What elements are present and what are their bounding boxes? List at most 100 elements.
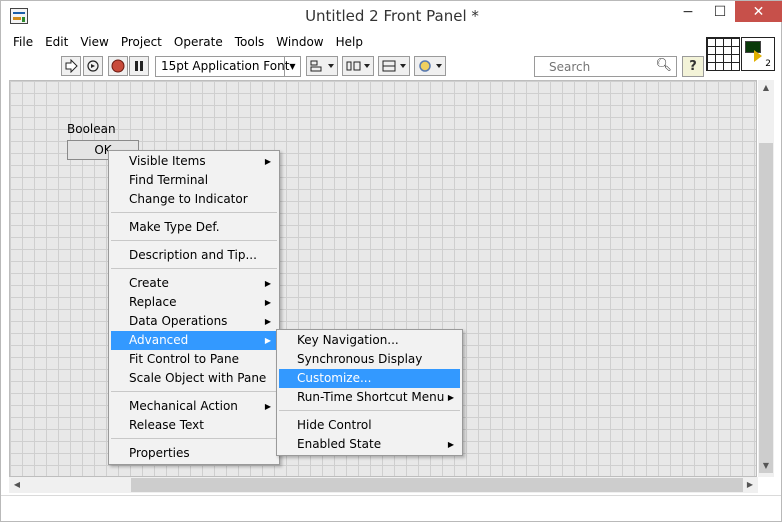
submenu-arrow-icon: ▶	[264, 317, 271, 326]
context-help-button[interactable]: ?	[682, 56, 704, 77]
menu-item-label: Fit Control to Pane	[129, 352, 239, 366]
menu-file[interactable]: File	[7, 33, 39, 52]
run-arrow-icon[interactable]	[61, 56, 81, 76]
connector-pane-icon[interactable]	[706, 37, 740, 71]
scroll-right-icon[interactable]: ▶	[742, 477, 758, 493]
menu-tools[interactable]: Tools	[229, 33, 271, 52]
title-bar: Untitled 2 Front Panel * − ☐ ✕	[1, 1, 782, 32]
menu-item-label: Enabled State	[297, 437, 382, 451]
submenu-arrow-icon: ▶	[447, 393, 454, 402]
menu-item-label: Properties	[129, 446, 190, 460]
close-button[interactable]: ✕	[735, 1, 782, 22]
vertical-scrollbar[interactable]: ▲ ▼	[758, 80, 774, 477]
submenu-arrow-icon: ▶	[264, 402, 271, 411]
menu-window[interactable]: Window	[270, 33, 329, 52]
maximize-button[interactable]: ☐	[706, 1, 734, 22]
menu-item-label: Change to Indicator	[129, 192, 248, 206]
run-continuously-icon[interactable]	[83, 56, 103, 76]
submenu-arrow-icon: ▶	[447, 440, 454, 449]
menu-item-release-text[interactable]: Release Text	[111, 416, 277, 435]
menu-separator	[279, 410, 460, 411]
font-selector-label: 15pt Application Font	[161, 59, 290, 73]
menu-operate[interactable]: Operate	[168, 33, 229, 52]
front-panel-window: Untitled 2 Front Panel * − ☐ ✕ File Edit…	[0, 0, 782, 522]
menu-separator	[111, 391, 277, 392]
menu-separator	[111, 212, 277, 213]
abort-icon[interactable]	[108, 56, 128, 76]
menu-item-label: Make Type Def.	[129, 220, 220, 234]
menu-item-create[interactable]: Create ▶	[111, 274, 277, 293]
menu-item-label: Scale Object with Pane	[129, 371, 267, 385]
chevron-down-icon: ▼	[284, 57, 300, 76]
menu-item-change-to-indicator[interactable]: Change to Indicator	[111, 190, 277, 209]
menu-item-description-and-tip[interactable]: Description and Tip...	[111, 246, 277, 265]
scroll-down-icon[interactable]: ▼	[758, 458, 774, 474]
menu-item-label: Description and Tip...	[129, 248, 257, 262]
menu-item-run-time-shortcut-menu[interactable]: Run-Time Shortcut Menu ▶	[279, 388, 460, 407]
minimize-button[interactable]: −	[674, 1, 702, 22]
vi-icon[interactable]: 2	[741, 37, 775, 71]
menu-item-label: Customize...	[297, 371, 372, 385]
menu-item-label: Advanced	[129, 333, 189, 347]
menu-item-customize[interactable]: Customize...	[279, 369, 460, 388]
menu-item-hide-control[interactable]: Hide Control	[279, 416, 460, 435]
resize-objects-icon[interactable]	[378, 56, 410, 76]
menu-bar: File Edit View Project Operate Tools Win…	[7, 33, 369, 52]
menu-separator	[111, 240, 277, 241]
menu-item-replace[interactable]: Replace ▶	[111, 293, 277, 312]
menu-item-properties[interactable]: Properties	[111, 444, 277, 463]
scroll-up-icon[interactable]: ▲	[758, 80, 774, 96]
menu-item-key-navigation[interactable]: Key Navigation...	[279, 331, 460, 350]
submenu-arrow-icon: ▶	[264, 279, 271, 288]
horizontal-scrollbar[interactable]: ◀ ▶	[9, 477, 758, 493]
boolean-label[interactable]: Boolean	[67, 122, 116, 136]
toolbar: 15pt Application Font ▼ 🔍︎ ?	[7, 53, 707, 79]
menu-item-label: Hide Control	[297, 418, 372, 432]
advanced-submenu: Key Navigation... Synchronous Display Cu…	[276, 329, 463, 456]
window-title: Untitled 2 Front Panel *	[305, 7, 479, 25]
menu-item-advanced[interactable]: Advanced ▶	[111, 331, 277, 350]
menu-item-label: Release Text	[129, 418, 204, 432]
menu-item-label: Create	[129, 276, 169, 290]
menu-item-synchronous-display[interactable]: Synchronous Display	[279, 350, 460, 369]
vi-icon-number: 2	[765, 59, 771, 69]
submenu-arrow-icon: ▶	[264, 157, 271, 166]
menu-item-fit-control-to-pane[interactable]: Fit Control to Pane	[111, 350, 277, 369]
search-input[interactable]	[549, 59, 649, 74]
menu-item-label: Data Operations	[129, 314, 228, 328]
scroll-left-icon[interactable]: ◀	[9, 477, 25, 493]
menu-item-label: Key Navigation...	[297, 333, 399, 347]
menu-item-enabled-state[interactable]: Enabled State ▶	[279, 435, 460, 454]
menu-item-visible-items[interactable]: Visible Items ▶	[111, 152, 277, 171]
menu-project[interactable]: Project	[115, 33, 168, 52]
menu-edit[interactable]: Edit	[39, 33, 74, 52]
horizontal-scroll-thumb[interactable]	[131, 478, 743, 492]
menu-item-make-type-def[interactable]: Make Type Def.	[111, 218, 277, 237]
menu-separator	[111, 268, 277, 269]
menu-separator	[111, 438, 277, 439]
menu-item-mechanical-action[interactable]: Mechanical Action ▶	[111, 397, 277, 416]
menu-view[interactable]: View	[74, 33, 114, 52]
context-menu: Visible Items ▶ Find Terminal Change to I…	[108, 150, 280, 465]
menu-item-label: Run-Time Shortcut Menu	[297, 390, 445, 404]
vi-icon-arrow	[754, 50, 762, 62]
vertical-scroll-thumb[interactable]	[759, 143, 773, 473]
search-icon[interactable]: 🔍︎	[655, 58, 672, 73]
distribute-objects-icon[interactable]	[342, 56, 374, 76]
font-selector[interactable]: 15pt Application Font ▼	[155, 56, 301, 77]
menu-help[interactable]: Help	[330, 33, 369, 52]
menu-item-label: Visible Items	[129, 154, 206, 168]
search-field[interactable]: 🔍︎	[534, 56, 677, 77]
reorder-icon[interactable]	[414, 56, 446, 76]
menu-item-scale-object-with-pane[interactable]: Scale Object with Pane	[111, 369, 277, 388]
status-bar	[1, 495, 781, 521]
pause-icon[interactable]	[129, 56, 149, 76]
submenu-arrow-icon: ▶	[264, 336, 271, 345]
menu-item-data-operations[interactable]: Data Operations ▶	[111, 312, 277, 331]
menu-item-label: Synchronous Display	[297, 352, 423, 366]
submenu-arrow-icon: ▶	[264, 298, 271, 307]
menu-item-label: Replace	[129, 295, 177, 309]
menu-item-label: Find Terminal	[129, 173, 209, 187]
menu-item-find-terminal[interactable]: Find Terminal	[111, 171, 277, 190]
align-objects-icon[interactable]	[306, 56, 338, 76]
